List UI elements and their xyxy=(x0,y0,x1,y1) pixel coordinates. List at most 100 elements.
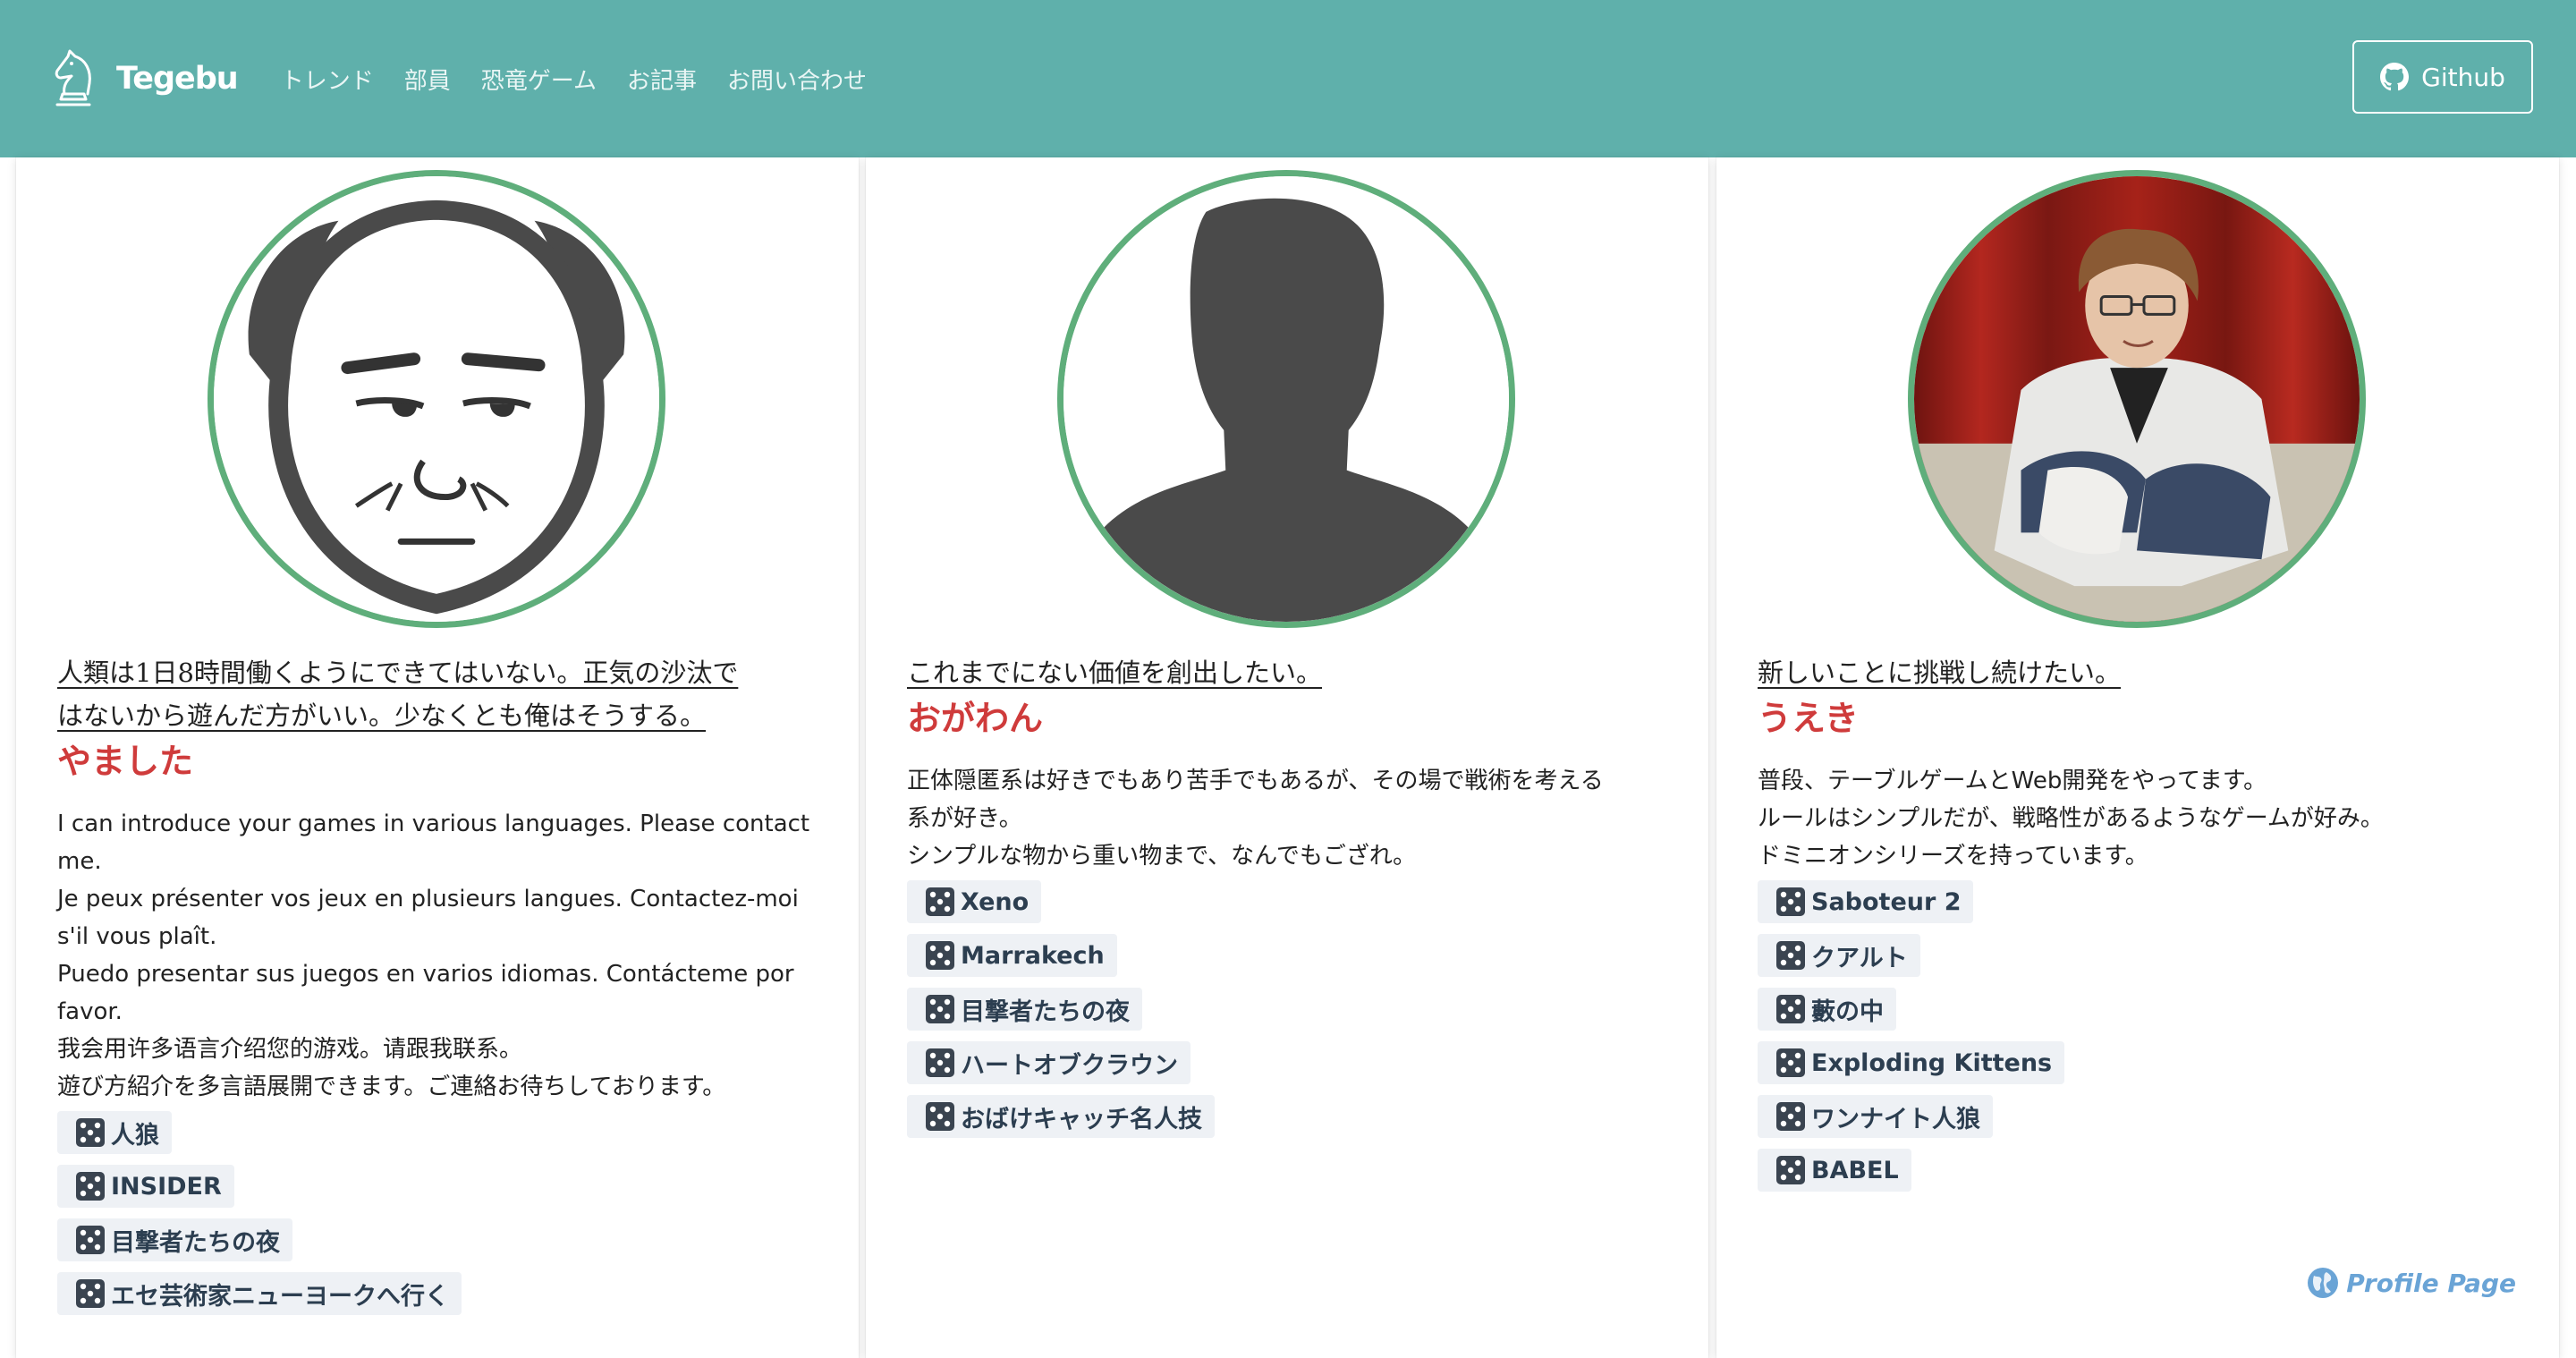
game-tag-label: エセ芸術家ニューヨークへ行く xyxy=(111,1282,449,1311)
member-card: これまでにない価値を創出したい。 おがわん 正体隠匿系は好きでもあり苦手でもある… xyxy=(866,157,1708,1358)
description-line: Puedo presentar sus juegos en varios idi… xyxy=(57,961,794,988)
game-tag-label: Exploding Kittens xyxy=(1811,1048,2053,1077)
game-tag-label: BABEL xyxy=(1811,1156,1899,1184)
member-description: 普段、テーブルゲームとWeb開発をやってます。 ルールはシンプルだが、戦略性があ… xyxy=(1758,762,2527,875)
game-tag[interactable]: クアルト xyxy=(1758,934,1920,977)
member-quote: これまでにない価値を創出したい。 xyxy=(907,651,1676,694)
dice-icon xyxy=(926,941,954,970)
description-line: ドミニオンシリーズを持っています。 xyxy=(1758,843,2148,870)
chess-knight-logo-icon xyxy=(55,49,91,106)
game-tag-label: Xeno xyxy=(961,887,1030,916)
dice-icon xyxy=(76,1118,105,1147)
dice-icon xyxy=(1776,887,1805,916)
game-tag[interactable]: Saboteur 2 xyxy=(1758,880,1974,923)
dice-icon xyxy=(926,995,954,1023)
member-cards: 人類は1日8時間働くようにできてはいない。正気の沙汰で はないから遊んだ方がいい… xyxy=(0,157,2576,1358)
person-photo-icon xyxy=(1914,176,2360,622)
dice-icon xyxy=(926,1048,954,1077)
description-line: s'il vous plaît. xyxy=(57,923,217,950)
quote-line: これまでにない価値を創出したい。 xyxy=(907,658,1323,688)
game-tag[interactable]: ワンナイト人狼 xyxy=(1758,1095,1993,1138)
game-tag[interactable]: 目撃者たちの夜 xyxy=(907,988,1142,1031)
nav-link-trend[interactable]: トレンド xyxy=(281,63,374,96)
member-content: 人類は1日8時間働くようにできてはいない。正気の沙汰で はないから遊んだ方がいい… xyxy=(57,651,826,1326)
navbar: Tegebu トレンド 部員 恐竜ゲーム お記事 お問い合わせ Github xyxy=(0,0,2576,157)
member-content: 新しいことに挑戦し続けたい。 うえき 普段、テーブルゲームとWeb開発をやってま… xyxy=(1758,651,2527,1202)
nav-link-members[interactable]: 部員 xyxy=(404,63,451,96)
member-description: 正体隠匿系は好きでもあり苦手でもあるが、その場で戦術を考える 系が好き。 シンプ… xyxy=(907,762,1676,875)
dice-icon xyxy=(76,1279,105,1308)
quote-line: 新しいことに挑戦し続けたい。 xyxy=(1758,658,2122,688)
game-tags: Xeno Marrakech 目撃者たちの夜 ハートオブクラウン おばけキャッチ… xyxy=(907,880,1676,1149)
nav-link-articles[interactable]: お記事 xyxy=(627,63,697,96)
dice-icon xyxy=(1776,1102,1805,1131)
quote-line: 人類は1日8時間働くようにできてはいない。正気の沙汰で xyxy=(57,658,739,688)
description-line: ルールはシンプルだが、戦略性があるようなゲームが好み。 xyxy=(1758,805,2384,832)
description-line: 普段、テーブルゲームとWeb開発をやってます。 xyxy=(1758,768,2267,794)
github-button[interactable]: Github xyxy=(2352,40,2533,114)
game-tag-label: 藪の中 xyxy=(1811,997,1884,1026)
dice-icon xyxy=(1776,941,1805,970)
profile-page-label: Profile Page xyxy=(2346,1268,2516,1298)
dice-icon xyxy=(926,1102,954,1131)
dice-icon xyxy=(1776,1048,1805,1077)
description-line: シンプルな物から重い物まで、なんでもござれ。 xyxy=(907,843,1417,870)
avatar xyxy=(1057,170,1515,628)
description-line: Je peux présenter vos jeux en plusieurs … xyxy=(57,886,799,912)
game-tag-label: Saboteur 2 xyxy=(1811,887,1962,916)
game-tag-label: 目撃者たちの夜 xyxy=(961,997,1130,1026)
description-line: 我会用许多语言介绍您的游戏。请跟我联系。 xyxy=(57,1036,523,1063)
member-name: おがわん xyxy=(907,699,1044,738)
game-tag-label: ワンナイト人狼 xyxy=(1811,1105,1980,1133)
dice-icon xyxy=(1776,995,1805,1023)
description-line: 遊び方紹介を多言語展開できます。ご連絡お待ちしております。 xyxy=(57,1074,726,1100)
description-line: 正体隠匿系は好きでもあり苦手でもあるが、その場で戦術を考える xyxy=(907,768,1604,794)
game-tag[interactable]: INSIDER xyxy=(57,1165,234,1208)
member-card: 新しいことに挑戦し続けたい。 うえき 普段、テーブルゲームとWeb開発をやってま… xyxy=(1716,157,2559,1358)
github-label: Github xyxy=(2421,62,2505,92)
game-tags: Saboteur 2 クアルト 藪の中 Exploding Kittens ワン… xyxy=(1758,880,2527,1202)
description-line: I can introduce your games in various la… xyxy=(57,811,810,837)
game-tag-label: INSIDER xyxy=(111,1172,222,1201)
dice-icon xyxy=(76,1226,105,1254)
game-tag-label: クアルト xyxy=(1811,944,1908,972)
game-tag[interactable]: Marrakech xyxy=(907,934,1117,977)
game-tag[interactable]: 藪の中 xyxy=(1758,988,1896,1031)
brand-name: Tegebu xyxy=(116,61,239,97)
game-tag[interactable]: 人狼 xyxy=(57,1111,172,1154)
silhouette-placeholder-icon xyxy=(1063,176,1509,622)
member-quote: 人類は1日8時間働くようにできてはいない。正気の沙汰で はないから遊んだ方がいい… xyxy=(57,651,826,737)
game-tag-label: 人狼 xyxy=(111,1121,159,1150)
game-tag-label: おばけキャッチ名人技 xyxy=(961,1105,1202,1133)
brand-link[interactable]: Tegebu xyxy=(48,49,239,108)
game-tags: 人狼 INSIDER 目撃者たちの夜 エセ芸術家ニューヨークへ行く xyxy=(57,1111,826,1326)
dice-icon xyxy=(1776,1156,1805,1184)
game-tag[interactable]: Xeno xyxy=(907,880,1042,923)
nav-link-dinosaur-game[interactable]: 恐竜ゲーム xyxy=(481,63,597,96)
description-line: 系が好き。 xyxy=(907,805,1022,832)
game-tag[interactable]: エセ芸術家ニューヨークへ行く xyxy=(57,1272,462,1315)
game-tag[interactable]: BABEL xyxy=(1758,1149,1911,1192)
member-quote: 新しいことに挑戦し続けたい。 xyxy=(1758,651,2527,694)
nav-link-contact[interactable]: お問い合わせ xyxy=(727,63,867,96)
nav-links: トレンド 部員 恐竜ゲーム お記事 お問い合わせ xyxy=(281,63,897,96)
dice-icon xyxy=(76,1172,105,1201)
member-name: うえき xyxy=(1758,699,1859,738)
dice-icon xyxy=(926,887,954,916)
avatar xyxy=(208,170,665,628)
game-tag-label: ハートオブクラウン xyxy=(961,1051,1178,1080)
game-tag-label: Marrakech xyxy=(961,941,1105,970)
game-tag-label: 目撃者たちの夜 xyxy=(111,1228,280,1257)
profile-page-link[interactable]: Profile Page xyxy=(2305,1265,2516,1301)
member-name: やました xyxy=(57,742,194,781)
description-line: favor. xyxy=(57,998,123,1025)
member-content: これまでにない価値を創出したい。 おがわん 正体隠匿系は好きでもあり苦手でもある… xyxy=(907,651,1676,1149)
description-line: me. xyxy=(57,848,102,875)
game-tag[interactable]: ハートオブクラウン xyxy=(907,1041,1191,1084)
game-tag[interactable]: Exploding Kittens xyxy=(1758,1041,2065,1084)
game-tag[interactable]: おばけキャッチ名人技 xyxy=(907,1095,1215,1138)
game-tag[interactable]: 目撃者たちの夜 xyxy=(57,1218,292,1261)
member-description: I can introduce your games in various la… xyxy=(57,805,826,1106)
github-icon xyxy=(2380,63,2410,91)
globe-icon xyxy=(2308,1268,2339,1298)
